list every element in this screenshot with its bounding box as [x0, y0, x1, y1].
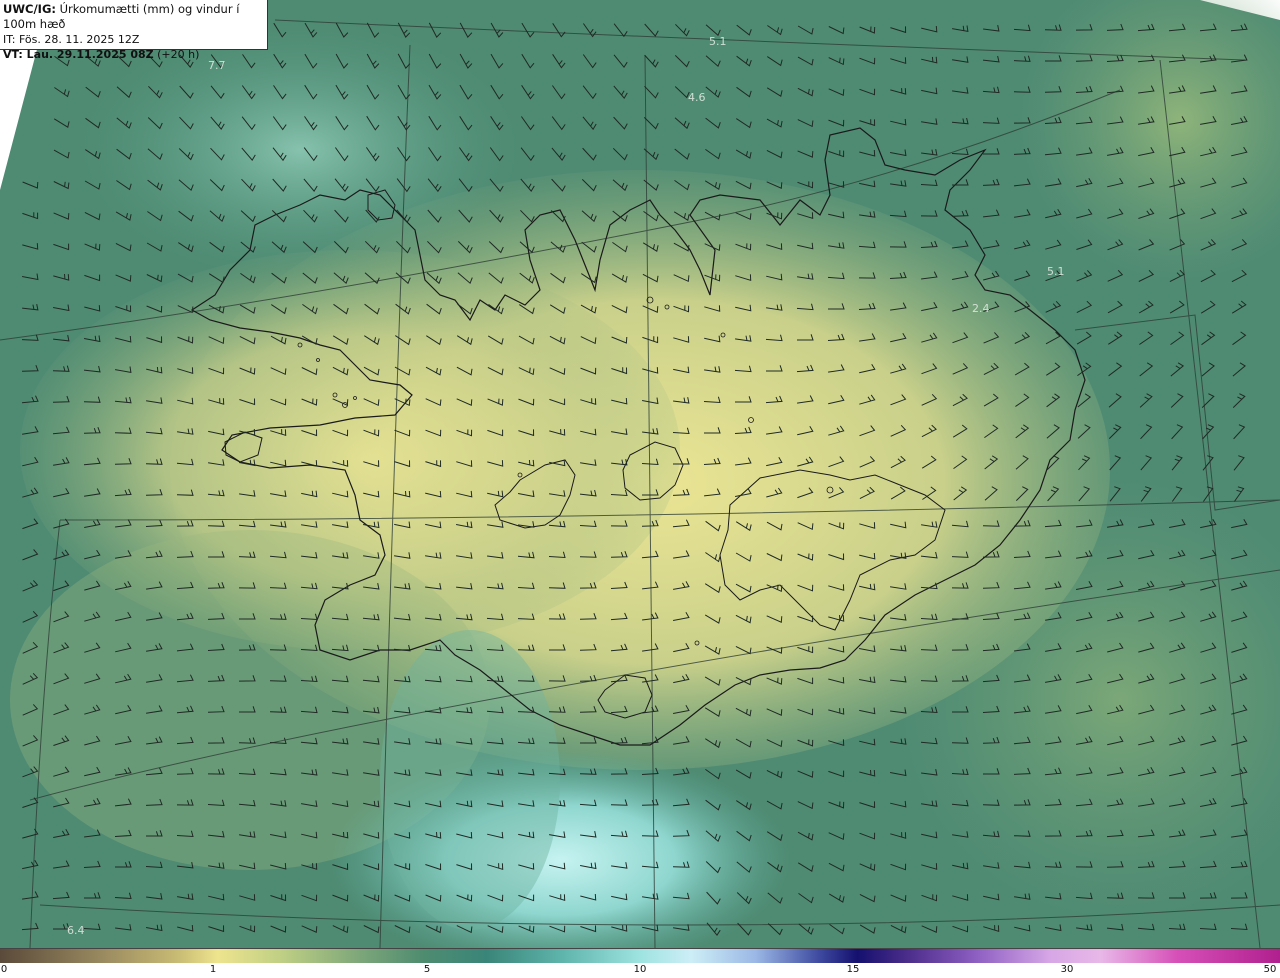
header-title-line: UWC/IG: Úrkomumætti (mm) og vindur í 100…	[3, 2, 264, 32]
map-label-5-1-east: 5.1	[1047, 265, 1065, 278]
colorbar-tick-15: 15	[846, 964, 860, 975]
colorbar-tick-10: 10	[633, 964, 647, 975]
map-label-5-1-top: 5.1	[709, 35, 727, 48]
colorbar-tick-0: 0	[0, 964, 8, 975]
colorbar-tick-5: 5	[423, 964, 431, 975]
map-canvas	[0, 0, 1280, 948]
init-time: IT: Fös. 28. 11. 2025 12Z	[3, 33, 140, 46]
colorbar-tick-30: 30	[1060, 964, 1074, 975]
forecast-map: UWC/IG: Úrkomumætti (mm) og vindur í 100…	[0, 0, 1280, 948]
valid-offset: (+20 h)	[157, 48, 200, 61]
model-label: UWC/IG:	[3, 2, 56, 16]
map-label-6-4: 6.4	[67, 924, 85, 937]
colorbar-tick-1: 1	[209, 964, 217, 975]
map-label-7-7: 7.7	[208, 59, 226, 72]
map-label-2-4: 2.4	[972, 302, 990, 315]
precipitation-colorbar	[0, 948, 1280, 963]
valid-time: VT: Lau. 29.11.2025 08Z	[3, 48, 154, 61]
forecast-info-box: UWC/IG: Úrkomumætti (mm) og vindur í 100…	[0, 0, 268, 61]
colorbar-tick-50: 50	[1263, 964, 1277, 975]
map-label-4-6: 4.6	[688, 91, 706, 104]
